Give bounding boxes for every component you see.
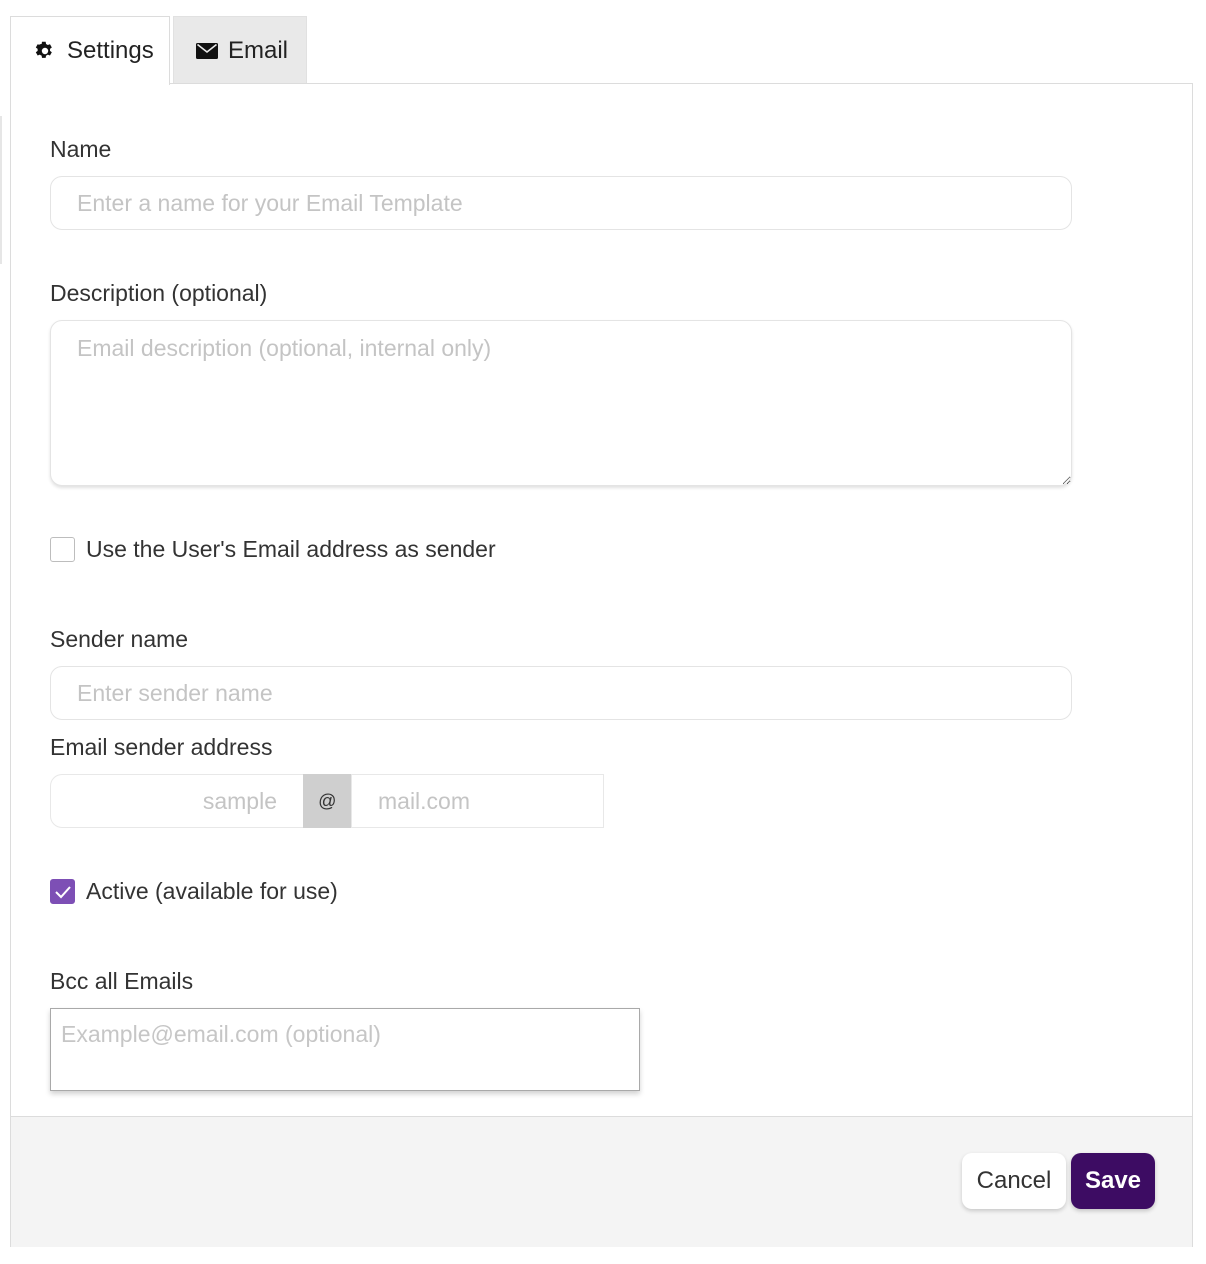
left-edge-divider <box>0 116 2 264</box>
settings-panel: Name Description (optional) Use the User… <box>10 83 1193 1247</box>
sender-address-local-input[interactable] <box>50 774 303 828</box>
use-user-email-row[interactable]: Use the User's Email address as sender <box>50 536 496 563</box>
use-user-email-label: Use the User's Email address as sender <box>86 536 496 562</box>
active-row[interactable]: Active (available for use) <box>50 878 338 905</box>
name-label: Name <box>50 136 112 162</box>
active-checkbox[interactable] <box>50 879 75 904</box>
bcc-label: Bcc all Emails <box>50 968 194 994</box>
description-label: Description (optional) <box>50 280 268 306</box>
at-symbol-addon: @ <box>303 774 351 828</box>
tab-email-label: Email <box>228 36 289 64</box>
save-button[interactable]: Save <box>1071 1153 1155 1209</box>
envelope-icon <box>196 42 228 59</box>
sender-name-label: Sender name <box>50 626 189 652</box>
tab-settings[interactable]: Settings <box>10 16 170 85</box>
checkmark-icon <box>54 885 71 898</box>
description-textarea[interactable] <box>50 320 1072 486</box>
cancel-button[interactable]: Cancel <box>962 1153 1066 1209</box>
active-label: Active (available for use) <box>86 878 338 904</box>
tab-settings-label: Settings <box>67 37 154 64</box>
sender-address-label: Email sender address <box>50 734 273 760</box>
form-footer: Cancel Save <box>11 1116 1192 1247</box>
bcc-input[interactable] <box>50 1008 640 1091</box>
sender-address-group: @ <box>50 774 604 828</box>
tab-bar: Settings Email <box>10 16 307 85</box>
gear-icon <box>33 39 67 63</box>
use-user-email-checkbox[interactable] <box>50 537 75 562</box>
tab-email[interactable]: Email <box>173 16 307 84</box>
name-input[interactable] <box>50 176 1072 230</box>
sender-name-input[interactable] <box>50 666 1072 720</box>
sender-address-domain-input[interactable] <box>351 774 604 828</box>
